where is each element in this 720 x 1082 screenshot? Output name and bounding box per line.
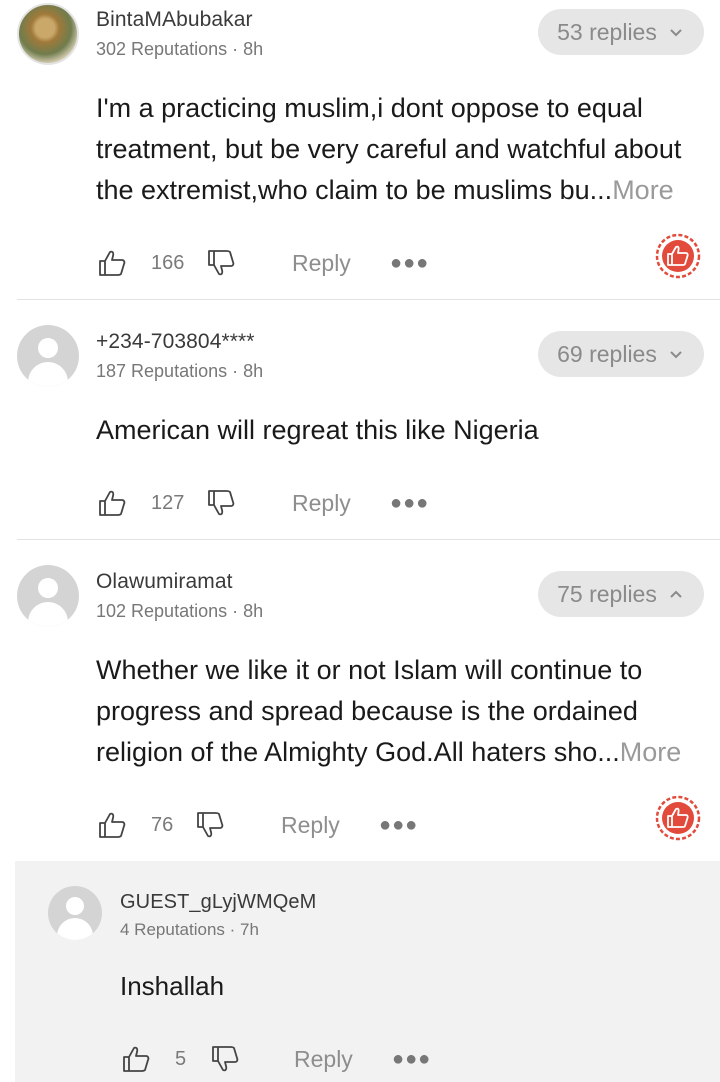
replies-toggle-button[interactable]: 75 replies bbox=[538, 571, 704, 617]
reputation: 187 Reputations bbox=[96, 361, 228, 381]
reputation: 102 Reputations bbox=[96, 601, 228, 621]
comment-body: I'm a practicing muslim,i dont oppose to… bbox=[96, 93, 682, 205]
replies-toggle-button[interactable]: 53 replies bbox=[538, 9, 704, 55]
timestamp: 8h bbox=[243, 39, 264, 59]
comment-meta: 4 Reputations · 7h bbox=[120, 920, 259, 939]
hot-comment-badge-icon bbox=[655, 795, 701, 841]
replies-count: 75 replies bbox=[557, 580, 657, 607]
timestamp: 7h bbox=[240, 920, 259, 939]
more-dots-icon[interactable]: ●●● bbox=[392, 1048, 431, 1071]
replies-toggle-button[interactable]: 69 replies bbox=[538, 331, 704, 377]
hot-comment-badge-icon bbox=[655, 233, 701, 279]
comment-meta: 187 Reputations · 8h bbox=[96, 361, 264, 381]
avatar[interactable] bbox=[17, 325, 79, 387]
chevron-down-icon bbox=[670, 351, 682, 359]
like-count: 5 bbox=[175, 1048, 187, 1070]
username[interactable]: Olawumiramat bbox=[96, 570, 233, 594]
comment-1: BintaMAbubakar 302 Reputations · 8h 53 r… bbox=[0, 0, 720, 300]
avatar[interactable] bbox=[17, 3, 79, 65]
thumbs-up-icon[interactable] bbox=[121, 1044, 151, 1074]
reply-button[interactable]: Reply bbox=[281, 812, 340, 839]
more-link[interactable]: More bbox=[612, 175, 674, 205]
thumbs-down-icon[interactable] bbox=[210, 1044, 240, 1074]
comment-text: Inshallah bbox=[120, 971, 225, 1001]
thumbs-up-icon[interactable] bbox=[97, 810, 127, 840]
more-dots-icon[interactable]: ●●● bbox=[379, 814, 418, 837]
comment-text: American will regreat this like Nigeria bbox=[96, 415, 539, 445]
thumbs-down-icon[interactable] bbox=[195, 810, 225, 840]
reputation: 4 Reputations bbox=[120, 920, 225, 939]
chevron-up-icon bbox=[670, 590, 682, 598]
more-link[interactable]: More bbox=[620, 737, 682, 767]
comment-3: Olawumiramat 102 Reputations · 8h 75 rep… bbox=[0, 540, 720, 860]
more-dots-icon[interactable]: ●●● bbox=[390, 252, 429, 275]
comment-meta: 302 Reputations · 8h bbox=[96, 39, 264, 59]
reply-button[interactable]: Reply bbox=[292, 250, 351, 277]
like-count: 127 bbox=[151, 492, 185, 514]
replies-count: 53 replies bbox=[557, 18, 657, 45]
avatar[interactable] bbox=[48, 886, 102, 940]
reputation: 302 Reputations bbox=[96, 39, 228, 59]
username[interactable]: +234-703804**** bbox=[96, 330, 255, 354]
comment-2: +234-703804**** 187 Reputations · 8h 69 … bbox=[0, 300, 720, 540]
username[interactable]: BintaMAbubakar bbox=[96, 8, 253, 32]
reply-button[interactable]: Reply bbox=[292, 490, 351, 517]
avatar[interactable] bbox=[17, 565, 79, 627]
like-count: 166 bbox=[151, 252, 185, 274]
comment-text: I'm a practicing muslim,i dont oppose to… bbox=[96, 88, 708, 211]
thumbs-up-icon[interactable] bbox=[97, 248, 127, 278]
like-count: 76 bbox=[151, 814, 174, 836]
reply-button[interactable]: Reply bbox=[294, 1046, 353, 1073]
comment-text: Whether we like it or not Islam will con… bbox=[96, 650, 708, 773]
chevron-down-icon bbox=[670, 29, 682, 37]
thumbs-down-icon[interactable] bbox=[206, 248, 236, 278]
thumbs-down-icon[interactable] bbox=[206, 488, 236, 518]
timestamp: 8h bbox=[243, 361, 264, 381]
comment-meta: 102 Reputations · 8h bbox=[96, 601, 264, 621]
thumbs-up-icon[interactable] bbox=[97, 488, 127, 518]
timestamp: 8h bbox=[243, 601, 264, 621]
more-dots-icon[interactable]: ●●● bbox=[390, 492, 429, 515]
comment-body: Whether we like it or not Islam will con… bbox=[96, 655, 643, 767]
username[interactable]: GUEST_gLyjWMQeM bbox=[120, 891, 316, 914]
nested-reply: GUEST_gLyjWMQeM 4 Reputations · 7h Insha… bbox=[0, 861, 720, 1082]
replies-count: 69 replies bbox=[557, 340, 657, 367]
